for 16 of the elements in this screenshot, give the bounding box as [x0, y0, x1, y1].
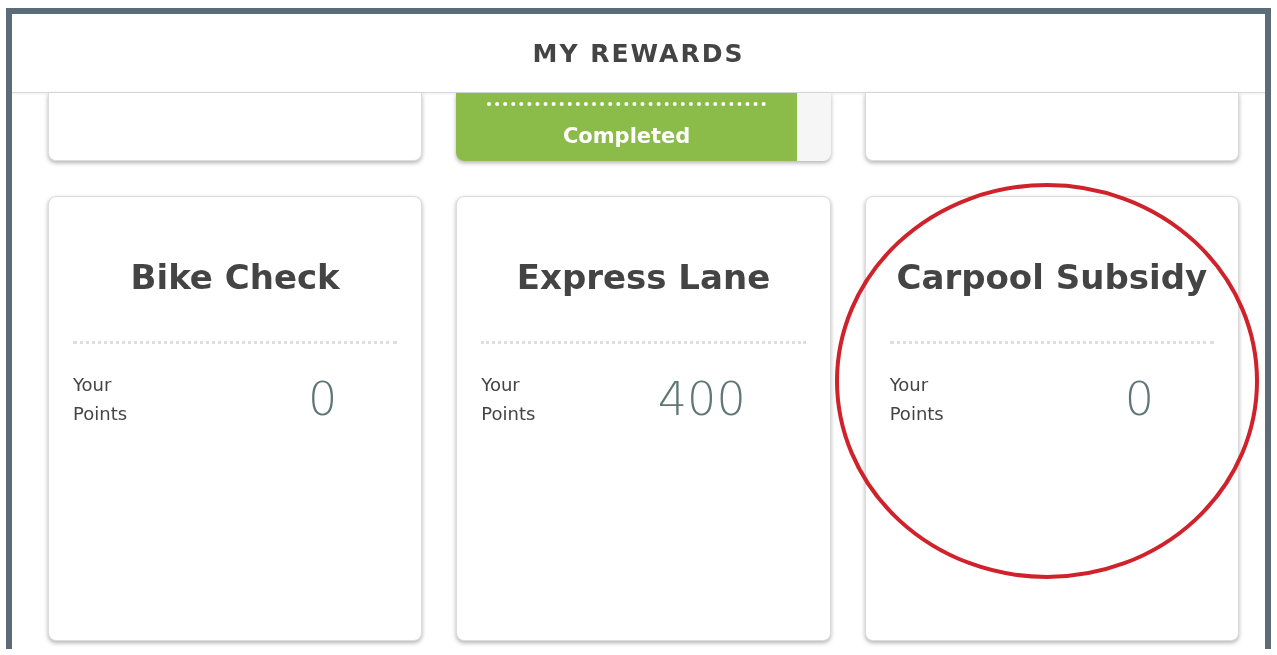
reward-card[interactable]	[864, 93, 1239, 161]
reward-title: Bike Check	[129, 257, 341, 297]
reward-title: Carpool Subsidy	[895, 257, 1209, 297]
status-label: Completed	[562, 124, 691, 148]
points-value: 0	[308, 372, 338, 426]
points-label: Your Points	[481, 373, 537, 426]
points-value: 0	[1124, 372, 1154, 426]
reward-card[interactable]: Carpool Subsidy Your Points 0	[864, 196, 1239, 641]
points-label: Your Points	[73, 373, 129, 426]
reward-card[interactable]	[48, 93, 423, 161]
reward-card[interactable]: Express Lane Your Points 400	[456, 196, 831, 641]
points-value: 400	[657, 372, 746, 426]
screen-title: MY REWARDS	[532, 38, 745, 68]
points-label: Your Points	[889, 373, 945, 426]
reward-title: Express Lane	[515, 257, 772, 297]
reward-card[interactable]: Bike Check Your Points 0	[48, 196, 423, 641]
